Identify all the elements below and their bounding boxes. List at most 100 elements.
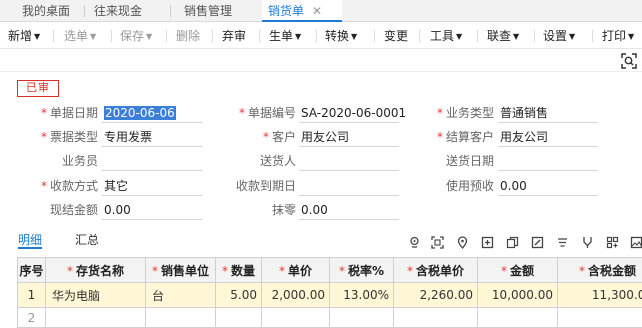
scan-search-icon[interactable] (621, 53, 637, 69)
cell-tax-incl-price[interactable]: 2,260.00 (394, 283, 478, 308)
tab-sales-delivery-note[interactable]: 销货单✕ (262, 0, 342, 22)
tab-separator (170, 5, 171, 17)
col-header-item-name[interactable]: *存货名称 (46, 258, 146, 283)
table-row[interactable]: 1 华为电脑 台 5.00 2,000.00 13.00% 2,260.00 1… (18, 283, 642, 308)
col-header-sales-unit[interactable]: *销售单位 (146, 258, 216, 283)
toolbar-separator (212, 30, 213, 42)
map-pin-icon[interactable] (456, 236, 469, 249)
col-header-quantity[interactable]: *数量 (216, 258, 262, 283)
tab-separator (84, 5, 85, 17)
salesperson-label: 业务员 (30, 153, 98, 169)
shipper-label: 送货人 (226, 153, 296, 169)
image-icon[interactable] (630, 236, 642, 249)
close-icon[interactable]: ✕ (312, 4, 322, 18)
customer-label: *客户 (226, 129, 296, 145)
toolbar-separator (53, 30, 54, 42)
salesperson-field[interactable] (104, 153, 202, 169)
settings-button[interactable]: 设置▼ (543, 23, 575, 49)
cell-amount[interactable]: 10,000.00 (478, 283, 558, 308)
ship-date-field[interactable] (500, 153, 598, 169)
chevron-down-icon: ▼ (34, 24, 40, 50)
required-mark: * (501, 264, 507, 278)
field-underline (498, 170, 598, 171)
field-underline (102, 219, 202, 220)
doc-no-label: *单据编号 (226, 105, 296, 121)
required-mark: * (41, 179, 47, 193)
cash-amount-field[interactable]: 0.00 (104, 202, 131, 218)
col-header-unit-price[interactable]: *单价 (262, 258, 330, 283)
print-button[interactable]: 打印▼ (602, 23, 634, 49)
invoice-type-field[interactable]: 专用发票 (104, 129, 152, 145)
field-underline (299, 195, 399, 196)
generate-doc-button[interactable]: 生单▼ (269, 23, 301, 49)
toolbar-separator (316, 30, 317, 42)
pay-method-field[interactable]: 其它 (104, 178, 128, 194)
toolbar-separator (111, 30, 112, 42)
col-header-tax-incl-amount[interactable]: *含税金额 (558, 258, 642, 283)
copy-row-icon[interactable] (506, 236, 519, 249)
cell-item-name[interactable]: 华为电脑 (46, 283, 146, 308)
required-mark: * (239, 106, 245, 120)
field-underline (299, 146, 399, 147)
col-header-amount[interactable]: *金额 (478, 258, 558, 283)
toolbar: 新增▼ 选单▼ 保存▼ 删除 弃审 生单▼ 转换▼ 变更 工具▼ 联查▼ 设置▼… (0, 23, 642, 49)
cell-sales-unit[interactable]: 台 (146, 283, 216, 308)
new-button[interactable]: 新增▼ (8, 23, 40, 49)
biz-type-label: *业务类型 (424, 105, 494, 121)
location-icon[interactable] (408, 236, 421, 249)
tab-my-desktop[interactable]: 我的桌面 (16, 0, 76, 22)
cell-unit-price[interactable]: 2,000.00 (262, 283, 330, 308)
due-date-field[interactable] (301, 178, 399, 194)
chevron-down-icon: ▼ (351, 24, 357, 50)
tab-sales-management[interactable]: 销售管理 (178, 0, 238, 22)
col-header-tax-incl-price[interactable]: *含税单价 (394, 258, 478, 283)
edit-row-icon[interactable] (531, 236, 544, 249)
field-underline (102, 170, 202, 171)
ship-date-label: 送货日期 (424, 153, 494, 169)
tab-detail[interactable]: 明细 (18, 231, 42, 249)
doc-date-field[interactable]: 2020-06-06 (104, 105, 176, 121)
required-mark: * (407, 264, 413, 278)
unaudit-button[interactable]: 弃审 (222, 23, 246, 49)
due-date-label: 收款到期日 (226, 178, 296, 194)
shipper-field[interactable] (301, 153, 399, 169)
toolbar-separator (477, 30, 478, 42)
col-header-tax-rate[interactable]: *税率% (330, 258, 394, 283)
related-query-button[interactable]: 联查▼ (487, 23, 519, 49)
customer-field[interactable]: 用友公司 (301, 129, 349, 145)
tab-summary[interactable]: 汇总 (75, 231, 99, 249)
settle-customer-label: *结算客户 (424, 129, 494, 145)
required-mark: * (152, 264, 158, 278)
tools-button[interactable]: 工具▼ (430, 23, 462, 49)
split-icon[interactable] (581, 236, 594, 249)
batch-icon[interactable] (606, 236, 619, 249)
toolbar-separator (592, 30, 593, 42)
toolbar-separator (166, 30, 167, 42)
required-mark: * (279, 264, 285, 278)
field-underline (102, 146, 202, 147)
chevron-down-icon: ▼ (569, 24, 575, 50)
settle-customer-field[interactable]: 用友公司 (500, 129, 548, 145)
biz-type-field[interactable]: 普通销售 (500, 105, 548, 121)
save-button[interactable]: 保存▼ (120, 23, 152, 49)
scan-icon[interactable] (431, 236, 444, 249)
field-underline (102, 195, 202, 196)
change-button[interactable]: 变更 (384, 23, 408, 49)
pay-method-label: *收款方式 (30, 178, 98, 194)
select-button[interactable]: 选单▼ (64, 23, 96, 49)
rounding-field[interactable]: 0.00 (301, 202, 328, 218)
convert-button[interactable]: 转换▼ (325, 23, 357, 49)
sort-icon[interactable] (556, 236, 569, 249)
cell-tax-rate[interactable]: 13.00% (330, 283, 394, 308)
doc-no-field[interactable]: SA-2020-06-0001 (301, 105, 406, 121)
use-prepay-field[interactable]: 0.00 (500, 178, 527, 194)
chevron-down-icon: ▼ (146, 24, 152, 50)
field-underline (299, 122, 399, 123)
cell-quantity[interactable]: 5.00 (216, 283, 262, 308)
field-underline (299, 170, 399, 171)
required-mark: * (41, 130, 47, 144)
cell-tax-incl-amount[interactable]: 11,300.00 (558, 283, 642, 308)
delete-button[interactable]: 删除 (176, 23, 200, 49)
tab-cash-transactions[interactable]: 往来现金 (88, 0, 148, 22)
add-row-icon[interactable] (481, 236, 494, 249)
